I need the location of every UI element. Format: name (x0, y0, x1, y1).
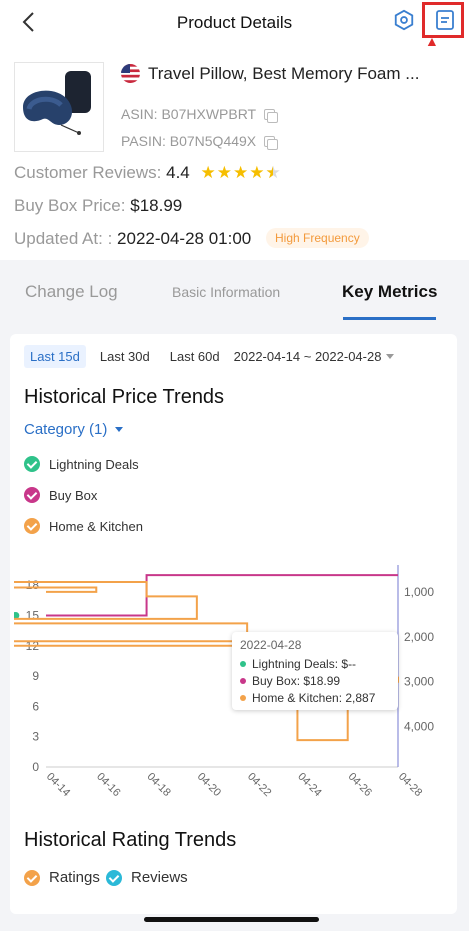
updated-value: 2022-04-28 01:00 (117, 229, 252, 248)
copy-icon[interactable] (264, 109, 279, 123)
legend-label: Lightning Deals (49, 456, 139, 472)
page-title: Product Details (176, 13, 293, 32)
tab-basic-information[interactable]: Basic Information (172, 284, 280, 300)
y-right-tick-label: 4,000 (404, 720, 434, 734)
active-tab-indicator (343, 317, 436, 320)
dot-icon (240, 677, 246, 684)
x-tick-label: 04-24 (295, 771, 323, 799)
legend-label: Reviews (131, 869, 188, 886)
reviews-value: 4.4 (166, 163, 190, 182)
legend-buy-box[interactable]: Buy Box (24, 487, 97, 503)
range-last-15d[interactable]: Last 15d (24, 344, 86, 368)
x-tick-label: 04-26 (346, 771, 374, 799)
reviews-label: Customer Reviews: (14, 163, 162, 182)
us-flag-icon (121, 64, 140, 83)
chart-tooltip: 2022-04-28 Lightning Deals: $-- Buy Box:… (232, 632, 398, 710)
legend-label: Ratings (49, 869, 100, 886)
y-left-tick-label: 9 (32, 669, 39, 683)
tab-key-metrics[interactable]: Key Metrics (342, 282, 437, 302)
check-circle-icon (24, 518, 40, 534)
legend-home-kitchen[interactable]: Home & Kitchen (24, 518, 143, 534)
asin-label: ASIN: B07HXWPBRT (121, 106, 279, 123)
x-tick-label: 04-16 (94, 771, 122, 799)
category-filter-label: Category (1) (24, 421, 108, 438)
pasin-label: PASIN: B07N5Q449X (121, 133, 279, 150)
range-last-60d[interactable]: Last 60d (164, 345, 226, 368)
x-tick-label: 04-28 (396, 771, 424, 799)
y-right-tick-label: 3,000 (404, 675, 434, 689)
copy-icon[interactable] (264, 136, 279, 150)
tab-bar: Change Log Basic Information Key Metrics (0, 270, 469, 322)
tooltip-buybox: Buy Box: $18.99 (252, 673, 341, 688)
x-tick-label: 04-14 (44, 771, 72, 799)
date-range-dropdown[interactable]: 2022-04-14 ~ 2022-04-28 (234, 349, 395, 364)
tooltip-kitchen: Home & Kitchen: 2,887 (252, 690, 376, 705)
updated-label: Updated At: : (14, 229, 113, 248)
asin-value: ASIN: B07HXWPBRT (121, 106, 257, 122)
buybox-value: $18.99 (130, 196, 183, 215)
check-circle-icon (24, 869, 40, 886)
top-bar: Product Details (0, 0, 469, 46)
legend-label: Home & Kitchen (49, 518, 143, 534)
y-left-tick-label: 18 (26, 578, 40, 592)
rating-trends-title: Historical Rating Trends (24, 829, 237, 851)
tooltip-buybox-row: Buy Box: $18.99 (240, 672, 390, 689)
y-left-tick-label: 3 (32, 730, 39, 744)
check-circle-icon (106, 869, 122, 886)
product-name[interactable]: Travel Pillow, Best Memory Foam ... (148, 64, 448, 84)
check-circle-icon (24, 456, 40, 472)
caret-down-icon (386, 353, 395, 359)
settings-hexagon-icon[interactable] (393, 9, 415, 31)
price-trends-title: Historical Price Trends (24, 386, 225, 408)
buybox-price-row: Buy Box Price: $18.99 (14, 196, 182, 216)
pasin-value: PASIN: B07N5Q449X (121, 133, 257, 149)
y-left-tick-label: 6 (32, 699, 39, 713)
tooltip-kitchen-row: Home & Kitchen: 2,887 (240, 689, 390, 706)
x-tick-label: 04-20 (195, 771, 223, 799)
product-image[interactable] (14, 62, 104, 152)
buybox-label: Buy Box Price: (14, 196, 126, 215)
range-last-30d[interactable]: Last 30d (94, 345, 156, 368)
y-left-tick-label: 15 (26, 609, 40, 623)
legend-lightning-deals[interactable]: Lightning Deals (24, 456, 139, 472)
tooltip-lightning-row: Lightning Deals: $-- (240, 655, 390, 672)
tab-change-log[interactable]: Change Log (25, 282, 118, 302)
y-right-tick-label: 1,000 (404, 585, 434, 599)
customer-reviews-row: Customer Reviews: 4.4 ★★★★★★ (14, 163, 282, 183)
product-summary: Travel Pillow, Best Memory Foam ... ASIN… (0, 46, 469, 260)
y-left-tick-label: 0 (32, 760, 39, 774)
date-range-value: 2022-04-14 ~ 2022-04-28 (233, 348, 382, 364)
document-icon[interactable] (436, 10, 454, 30)
category-filter[interactable]: Category (1) (24, 421, 124, 438)
time-range-selector: Last 15d Last 30d Last 60d 2022-04-14 ~ … (24, 344, 395, 368)
frequency-badge: High Frequency (266, 228, 369, 248)
back-arrow-icon[interactable] (18, 10, 42, 34)
tooltip-lightning: Lightning Deals: $-- (252, 656, 357, 671)
home-indicator (144, 917, 319, 922)
caret-down-icon (115, 427, 124, 432)
legend-label: Buy Box (49, 487, 98, 503)
legend-reviews[interactable]: Reviews (106, 869, 188, 886)
x-tick-label: 04-22 (245, 771, 273, 799)
legend-ratings[interactable]: Ratings (24, 869, 100, 886)
updated-at-row: Updated At: : 2022-04-28 01:00 High Freq… (14, 228, 369, 249)
tooltip-date: 2022-04-28 (240, 638, 302, 652)
check-circle-icon (24, 487, 40, 503)
x-tick-label: 04-18 (144, 771, 172, 799)
star-rating-icon: ★★★★★★ (200, 163, 282, 182)
dot-icon (240, 694, 246, 701)
dot-icon (240, 660, 246, 667)
y-right-tick-label: 2,000 (404, 630, 434, 644)
